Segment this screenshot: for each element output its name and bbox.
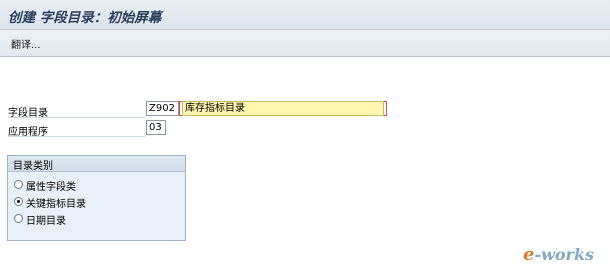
field-catalog-input[interactable]: Z902 (146, 101, 179, 116)
radio-unselected-icon[interactable] (14, 180, 23, 189)
catalog-type-title: 目录类别 (13, 161, 53, 172)
radio-label: 日期目录 (26, 216, 66, 227)
watermark-e: e (523, 244, 535, 265)
application-input[interactable]: 03 (146, 120, 166, 135)
bracket-right-icon (384, 101, 387, 116)
field-catalog-underline (8, 117, 145, 118)
screen-title: 创建 字段目录：初始屏幕 (8, 10, 162, 26)
radio-label: 属性字段类 (26, 182, 76, 193)
field-catalog-description[interactable]: 库存指标目录 (182, 101, 384, 116)
application-toolbar: 翻译... (0, 30, 610, 57)
catalog-type-header: 目录类别 (8, 156, 185, 172)
radio-unselected-icon[interactable] (14, 214, 23, 223)
radio-label: 关键指标目录 (26, 199, 86, 210)
application-underline (8, 136, 145, 137)
radio-selected-icon[interactable] (14, 197, 23, 206)
eworks-watermark-logo: e-works (523, 244, 594, 265)
catalog-type-group: 目录类别 属性字段类 关键指标目录 日期目录 (7, 155, 186, 241)
translate-button[interactable]: 翻译... (11, 36, 41, 51)
main-content: 字段目录 Z902 库存指标目录 应用程序 03 目录类别 属性字段类 关键指标… (0, 57, 610, 277)
title-bar: 创建 字段目录：初始屏幕 (0, 0, 610, 30)
watermark-text: -works (534, 245, 595, 264)
